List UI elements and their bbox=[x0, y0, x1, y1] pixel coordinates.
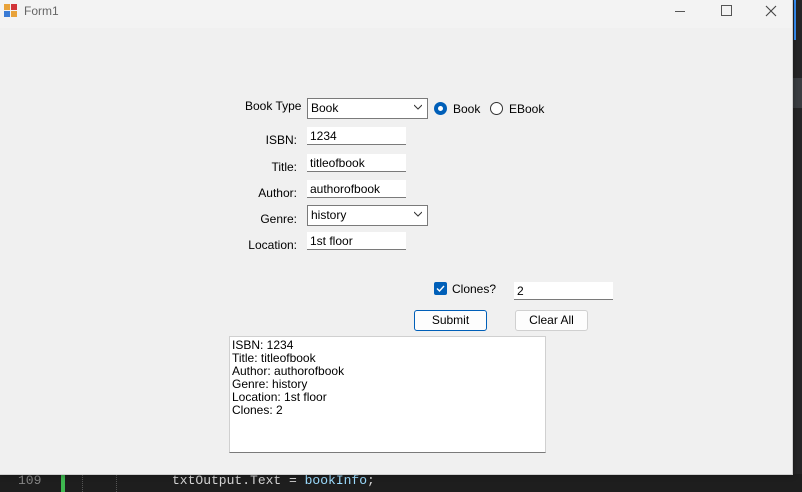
editor-indent-guide bbox=[82, 474, 83, 492]
editor-indent-guide bbox=[116, 474, 117, 492]
location-label: Location: bbox=[248, 238, 297, 252]
title-bar: Form1 bbox=[0, 0, 792, 28]
minimize-button[interactable] bbox=[656, 0, 702, 22]
editor-selection-highlight bbox=[792, 78, 802, 108]
chevron-down-icon bbox=[414, 104, 422, 110]
code-identifier: bookInfo bbox=[304, 473, 368, 488]
editor-background-right bbox=[792, 0, 802, 492]
genre-combobox[interactable]: history bbox=[307, 205, 428, 226]
clones-checkbox[interactable] bbox=[434, 282, 447, 295]
window-title: Form1 bbox=[24, 4, 59, 18]
isbn-label: ISBN: bbox=[265, 133, 297, 147]
editor-accent-bar bbox=[794, 0, 796, 40]
app-icon bbox=[4, 4, 18, 18]
editor-line-number: 109 bbox=[18, 473, 42, 488]
output-line: Clones: 2 bbox=[232, 403, 283, 417]
checkmark-icon bbox=[436, 285, 445, 293]
book-radio[interactable] bbox=[434, 102, 447, 115]
book-type-value: Book bbox=[311, 101, 339, 115]
location-input[interactable] bbox=[307, 232, 406, 250]
clones-label[interactable]: Clones? bbox=[452, 282, 496, 296]
ebook-radio[interactable] bbox=[490, 102, 503, 115]
genre-value: history bbox=[311, 208, 347, 222]
genre-label: Genre: bbox=[260, 212, 297, 226]
output-textbox[interactable]: ISBN: 1234 Title: titleofbook Author: au… bbox=[229, 336, 546, 453]
author-label: Author: bbox=[258, 186, 297, 200]
clear-all-button[interactable]: Clear All bbox=[515, 310, 588, 331]
editor-change-marker bbox=[61, 474, 65, 492]
book-type-combobox[interactable]: Book bbox=[307, 98, 428, 119]
book-radio-label[interactable]: Book bbox=[453, 102, 480, 116]
book-type-label: Book Type bbox=[245, 99, 302, 113]
maximize-button[interactable] bbox=[702, 0, 748, 22]
title-label: Title: bbox=[271, 160, 297, 174]
submit-button[interactable]: Submit bbox=[414, 310, 487, 331]
ebook-radio-label[interactable]: EBook bbox=[509, 102, 544, 116]
title-input[interactable] bbox=[307, 154, 406, 172]
code-prefix: txtOutput.Text = bbox=[172, 473, 305, 488]
author-input[interactable] bbox=[307, 180, 406, 198]
close-button[interactable] bbox=[748, 0, 794, 22]
isbn-input[interactable] bbox=[307, 127, 406, 145]
editor-background-bottom: 109 txtOutput.Text = bookInfo; bbox=[0, 473, 802, 492]
close-icon bbox=[765, 5, 777, 17]
chevron-down-icon bbox=[414, 211, 422, 217]
clones-input[interactable] bbox=[514, 282, 613, 300]
form1-window: Form1 Book Type Book Book EBook ISBN: Ti… bbox=[0, 0, 793, 475]
code-suffix: ; bbox=[367, 473, 375, 488]
editor-code-line: txtOutput.Text = bookInfo; bbox=[172, 473, 375, 488]
